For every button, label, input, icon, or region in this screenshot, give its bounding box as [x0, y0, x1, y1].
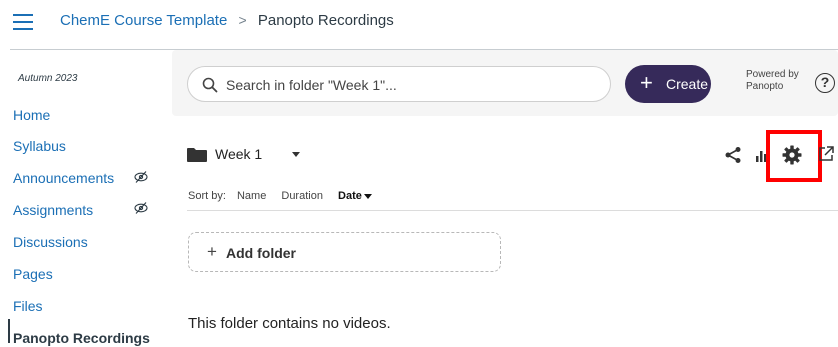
nav-item-discussions[interactable]: Discussions [13, 234, 88, 250]
plus-icon: + [207, 242, 217, 261]
search-placeholder: Search in folder "Week 1"... [226, 77, 397, 93]
hamburger-icon[interactable] [13, 14, 33, 30]
powered-by-line1: Powered by [746, 69, 799, 80]
breadcrumb: ChemE Course Template > Panopto Recordin… [60, 12, 394, 29]
sort-divider [187, 210, 838, 211]
share-icon[interactable] [724, 146, 742, 164]
search-input[interactable]: Search in folder "Week 1"... [187, 66, 611, 102]
breadcrumb-course-link[interactable]: ChemE Course Template [60, 12, 227, 29]
nav-item-assignments[interactable]: Assignments [13, 202, 93, 218]
powered-by-line2: Panopto [746, 81, 784, 92]
nav-item-home[interactable]: Home [13, 107, 50, 123]
eye-slash-icon [134, 202, 148, 214]
nav-item-files[interactable]: Files [13, 298, 43, 314]
eye-slash-icon [134, 171, 148, 183]
empty-folder-message: This folder contains no videos. [188, 315, 391, 332]
sort-by-duration[interactable]: Duration [281, 190, 323, 202]
sort-date-label: Date [338, 190, 362, 202]
plus-icon: + [640, 70, 653, 95]
nav-item-pages[interactable]: Pages [13, 266, 53, 282]
create-label: Create [666, 76, 709, 92]
nav-item-syllabus[interactable]: Syllabus [13, 138, 66, 154]
sort-by-date[interactable]: Date [338, 190, 384, 202]
chevron-down-icon[interactable] [292, 152, 300, 157]
sort-options: Sort by: Name Duration Date [188, 190, 396, 202]
gear-icon[interactable] [782, 145, 802, 165]
course-header: ChemE Course Template > Panopto Recordin… [0, 0, 838, 50]
add-folder-label: Add folder [226, 245, 296, 261]
stats-icon[interactable] [756, 148, 766, 162]
folder-icon [187, 148, 207, 162]
sort-caret-icon [363, 193, 372, 199]
sort-label: Sort by: [188, 190, 226, 202]
create-button[interactable]: + Create [625, 65, 711, 103]
nav-item-announcements[interactable]: Announcements [13, 170, 114, 186]
external-link-icon[interactable] [818, 146, 834, 162]
panopto-panel: Search in folder "Week 1"... + Create Po… [172, 50, 838, 347]
search-icon [202, 77, 218, 93]
help-icon[interactable]: ? [815, 73, 835, 93]
folder-name: Week 1 [215, 146, 263, 162]
course-navigation: Autumn 2023 Home Syllabus Announcements … [0, 50, 170, 347]
term-label: Autumn 2023 [18, 73, 78, 84]
breadcrumb-current: Panopto Recordings [257, 12, 394, 29]
breadcrumb-separator: > [238, 12, 247, 28]
add-folder-button[interactable]: + Add folder [188, 232, 501, 272]
sort-by-name[interactable]: Name [237, 190, 266, 202]
active-indicator [8, 319, 10, 343]
nav-item-panopto-recordings[interactable]: Panopto Recordings [13, 330, 150, 346]
panopto-toolbar: Search in folder "Week 1"... + Create Po… [172, 50, 838, 116]
powered-by-panopto: Powered by Panopto [746, 69, 799, 93]
